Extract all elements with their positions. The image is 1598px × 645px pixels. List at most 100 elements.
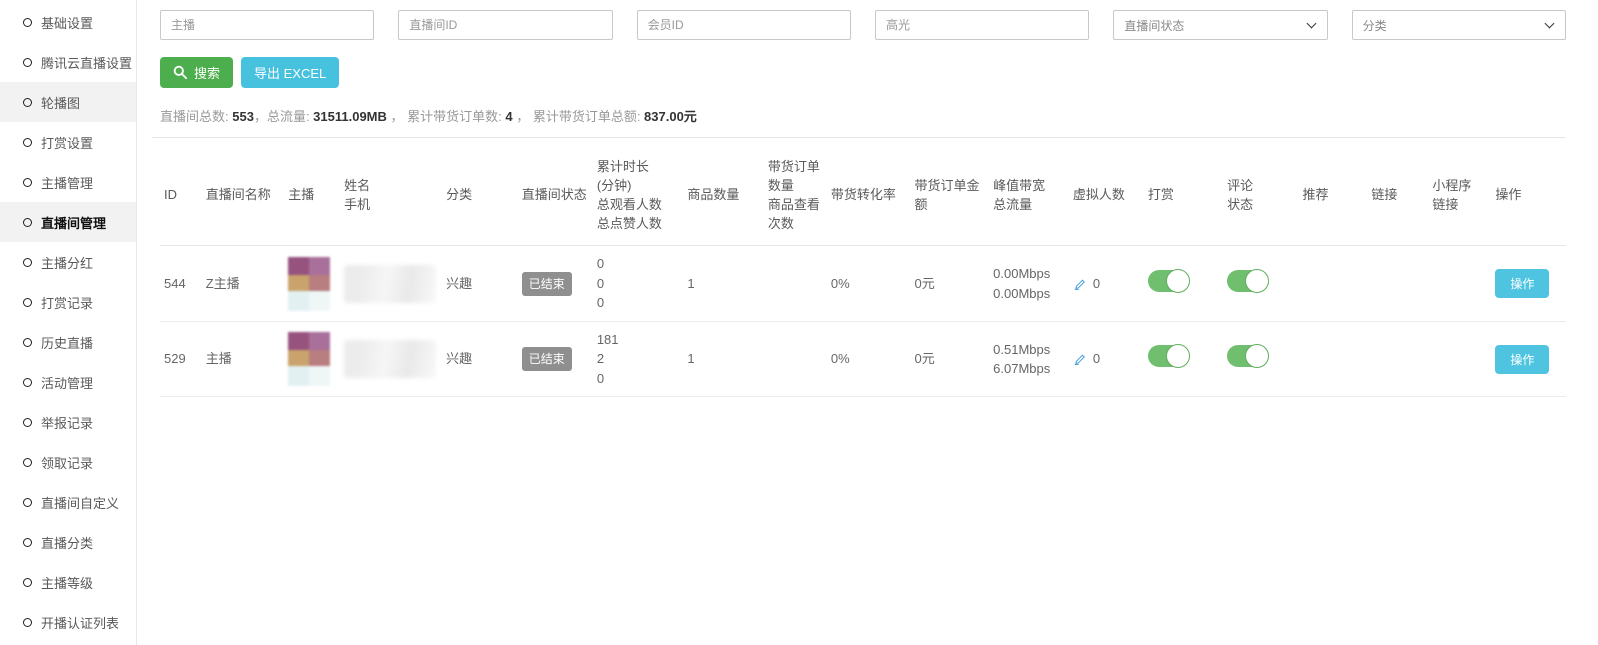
status-badge: 已结束 (522, 347, 572, 371)
sidebar-item-broadcast-cert-list[interactable]: 开播认证列表 (0, 602, 136, 642)
col-header-recommend: 推荐 (1299, 146, 1368, 246)
cell-id: 529 (160, 321, 202, 397)
toggle-knob (1166, 344, 1190, 368)
col-header-goods-count: 商品数量 (683, 146, 764, 246)
circle-icon (23, 58, 32, 67)
sidebar-item-liveroom-custom[interactable]: 直播间自定义 (0, 482, 136, 522)
cell-duration-stats: 181 2 0 (593, 321, 684, 397)
sidebar-item-tencent-live-settings[interactable]: 腾讯云直播设置 (0, 42, 136, 82)
chevron-down-icon (1306, 18, 1316, 28)
circle-icon (23, 338, 32, 347)
sidebar-item-anchor-dividend[interactable]: 主播分红 (0, 242, 136, 282)
cell-id: 544 (160, 246, 202, 322)
stat-order-count-value: 4 (505, 109, 512, 124)
circle-icon (23, 98, 32, 107)
stat-room-total-label: 直播间总数: (160, 109, 232, 124)
col-header-miniprogram-link: 小程序 链接 (1428, 146, 1491, 246)
sidebar-item-anchor-level[interactable]: 主播等级 (0, 562, 136, 602)
sidebar-item-basic-settings[interactable]: 基础设置 (0, 2, 136, 42)
status-badge: 已结束 (522, 272, 572, 296)
reward-toggle[interactable] (1148, 270, 1189, 292)
stat-order-count-label: ， 累计带货订单数: (387, 109, 505, 124)
sidebar-item-activity-management[interactable]: 活动管理 (0, 362, 136, 402)
col-header-bandwidth: 峰值带宽 总流量 (989, 146, 1069, 246)
reward-toggle[interactable] (1148, 345, 1189, 367)
sidebar-item-label: 直播间自定义 (41, 493, 119, 512)
main-content: 直播间状态 分类 搜索 导出 EXCEL 直播间总数: 553，总流量: 315… (137, 0, 1598, 645)
category-select-value: 分类 (1363, 17, 1387, 34)
circle-icon (23, 538, 32, 547)
sidebar-item-live-category[interactable]: 直播分类 (0, 522, 136, 562)
cell-link (1367, 246, 1428, 322)
name-phone-blurred (344, 265, 436, 303)
action-button[interactable]: 操作 (1495, 345, 1549, 374)
circle-icon (23, 218, 32, 227)
cell-conversion: 0% (827, 246, 911, 322)
stat-order-amount-value: 837.00元 (644, 109, 697, 124)
action-button[interactable]: 操作 (1495, 269, 1549, 298)
admin-page: 基础设置 腾讯云直播设置 轮播图 打赏设置 主播管理 直播间管理 主播分红 打赏… (0, 0, 1598, 645)
sidebar-item-claim-records[interactable]: 领取记录 (0, 442, 136, 482)
circle-icon (23, 578, 32, 587)
stat-traffic-value: 31511.09MB (313, 109, 387, 124)
sidebar-item-report-records[interactable]: 举报记录 (0, 402, 136, 442)
section-divider (152, 137, 1566, 138)
col-header-virtual-count: 虚拟人数 (1069, 146, 1144, 246)
search-button[interactable]: 搜索 (160, 57, 233, 88)
col-header-id: ID (160, 146, 202, 246)
toggle-knob (1245, 344, 1269, 368)
member-id-input[interactable] (637, 10, 851, 40)
sidebar-item-label: 打赏记录 (41, 293, 93, 312)
cell-name-phone (340, 321, 442, 397)
table-row: 544 Z主播 兴趣 已结束 0 0 0 1 0% 0元 0.00Mbps 0.… (160, 246, 1566, 322)
room-id-input[interactable] (398, 10, 612, 40)
col-header-comment-status: 评论 状态 (1223, 146, 1298, 246)
col-header-room-status: 直播间状态 (518, 146, 593, 246)
col-header-category: 分类 (442, 146, 518, 246)
liveroom-table: ID 直播间名称 主播 姓名 手机 分类 直播间状态 累计时长 (分钟) 总观看… (160, 146, 1566, 397)
highlight-input[interactable] (875, 10, 1089, 40)
anchor-avatar-blurred (288, 257, 330, 311)
circle-icon (23, 18, 32, 27)
cell-category: 兴趣 (442, 246, 518, 322)
stat-traffic-label: ，总流量: (254, 109, 313, 124)
anchor-input[interactable] (160, 10, 374, 40)
cell-link (1367, 321, 1428, 397)
comment-toggle[interactable] (1227, 345, 1268, 367)
comment-toggle[interactable] (1227, 270, 1268, 292)
sidebar-item-history-live[interactable]: 历史直播 (0, 322, 136, 362)
col-header-duration-stats: 累计时长 (分钟) 总观看人数 总点赞人数 (593, 146, 684, 246)
edit-icon[interactable] (1073, 277, 1087, 291)
circle-icon (23, 458, 32, 467)
sidebar-item-reward-settings[interactable]: 打赏设置 (0, 122, 136, 162)
sidebar-item-reward-records[interactable]: 打赏记录 (0, 282, 136, 322)
edit-icon[interactable] (1073, 352, 1087, 366)
circle-icon (23, 178, 32, 187)
cell-name-phone (340, 246, 442, 322)
cell-order-info (764, 321, 827, 397)
sidebar-item-carousel[interactable]: 轮播图 (0, 82, 136, 122)
cell-room-name: Z主播 (202, 246, 285, 322)
sidebar-item-liveroom-management[interactable]: 直播间管理 (0, 202, 136, 242)
col-header-name-phone: 姓名 手机 (340, 146, 442, 246)
col-header-reward: 打赏 (1144, 146, 1223, 246)
sidebar-item-anchor-management[interactable]: 主播管理 (0, 162, 136, 202)
sidebar-item-label: 开播认证列表 (41, 613, 119, 632)
table-row: 529 主播 兴趣 已结束 181 2 0 1 0% 0元 0.51Mbps 6… (160, 321, 1566, 397)
cell-order-amount: 0元 (911, 246, 990, 322)
room-status-select[interactable]: 直播间状态 (1113, 10, 1327, 40)
export-excel-button[interactable]: 导出 EXCEL (241, 57, 339, 88)
col-header-room-name: 直播间名称 (202, 146, 285, 246)
sidebar-item-label: 活动管理 (41, 373, 93, 392)
circle-icon (23, 418, 32, 427)
cell-room-status: 已结束 (518, 321, 593, 397)
cell-comment-status (1223, 246, 1298, 322)
category-select[interactable]: 分类 (1352, 10, 1566, 40)
sidebar-item-label: 直播间管理 (41, 213, 106, 232)
sidebar-item-label: 打赏设置 (41, 133, 93, 152)
cell-virtual-count: 0 (1069, 321, 1144, 397)
cell-conversion: 0% (827, 321, 911, 397)
cell-miniprogram-link (1428, 246, 1491, 322)
sidebar-item-label: 主播分红 (41, 253, 93, 272)
cell-room-name: 主播 (202, 321, 285, 397)
